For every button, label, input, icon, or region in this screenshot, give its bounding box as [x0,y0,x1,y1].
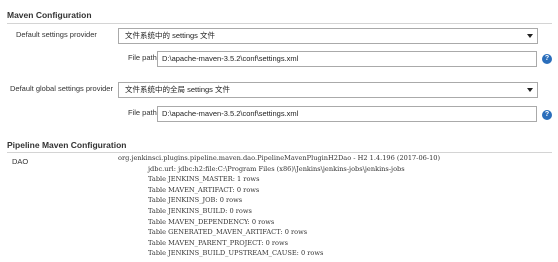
dao-line: Table JENKINS_MASTER: 1 rows [148,175,260,184]
default-global-settings-file-path-input[interactable]: D:\apache-maven-3.5.2\conf\settings.xml [157,106,537,122]
default-global-settings-provider-selected-value: 文件系统中的全局 settings 文件 [125,85,231,94]
default-global-settings-provider-select[interactable]: 文件系统中的全局 settings 文件 [118,82,538,98]
default-global-settings-file-path-label: File path [128,108,157,117]
dao-line: Table MAVEN_DEPENDENCY: 0 rows [148,217,275,226]
dao-line: org.jenkinsci.plugins.pipeline.maven.dao… [118,154,441,162]
dao-line: Table MAVEN_PARENT_PROJECT: 0 rows [148,238,289,247]
maven-configuration-title: Maven Configuration [7,10,92,20]
default-global-settings-provider-label: Default global settings provider [10,84,113,93]
dao-label: DAO [12,157,29,166]
help-icon[interactable]: ? [542,110,552,120]
default-settings-provider-label: Default settings provider [16,30,97,39]
help-icon[interactable]: ? [542,54,552,64]
dao-line: Table GENERATED_MAVEN_ARTIFACT: 0 rows [148,228,308,237]
pipeline-maven-configuration-title: Pipeline Maven Configuration [7,140,127,150]
dao-line: jdbc.url: jdbc:h2:file:C:\Program Files … [148,164,405,173]
dao-line: Table JENKINS_BUILD_UPSTREAM_CAUSE: 0 ro… [148,249,324,258]
dao-details: org.jenkinsci.plugins.pipeline.maven.dao… [118,153,548,262]
default-settings-provider-select[interactable]: 文件系统中的 settings 文件 [118,28,538,44]
default-settings-file-path-input[interactable]: D:\apache-maven-3.5.2\conf\settings.xml [157,51,537,67]
chevron-down-icon [527,34,533,38]
dao-line: Table MAVEN_ARTIFACT: 0 rows [148,185,260,194]
default-settings-file-path-label: File path [128,53,157,62]
dao-line: Table JENKINS_JOB: 0 rows [148,196,243,205]
chevron-down-icon [527,88,533,92]
default-settings-provider-selected-value: 文件系统中的 settings 文件 [125,31,216,40]
dao-line: Table JENKINS_BUILD: 0 rows [148,206,252,215]
maven-configuration-divider [7,23,552,24]
